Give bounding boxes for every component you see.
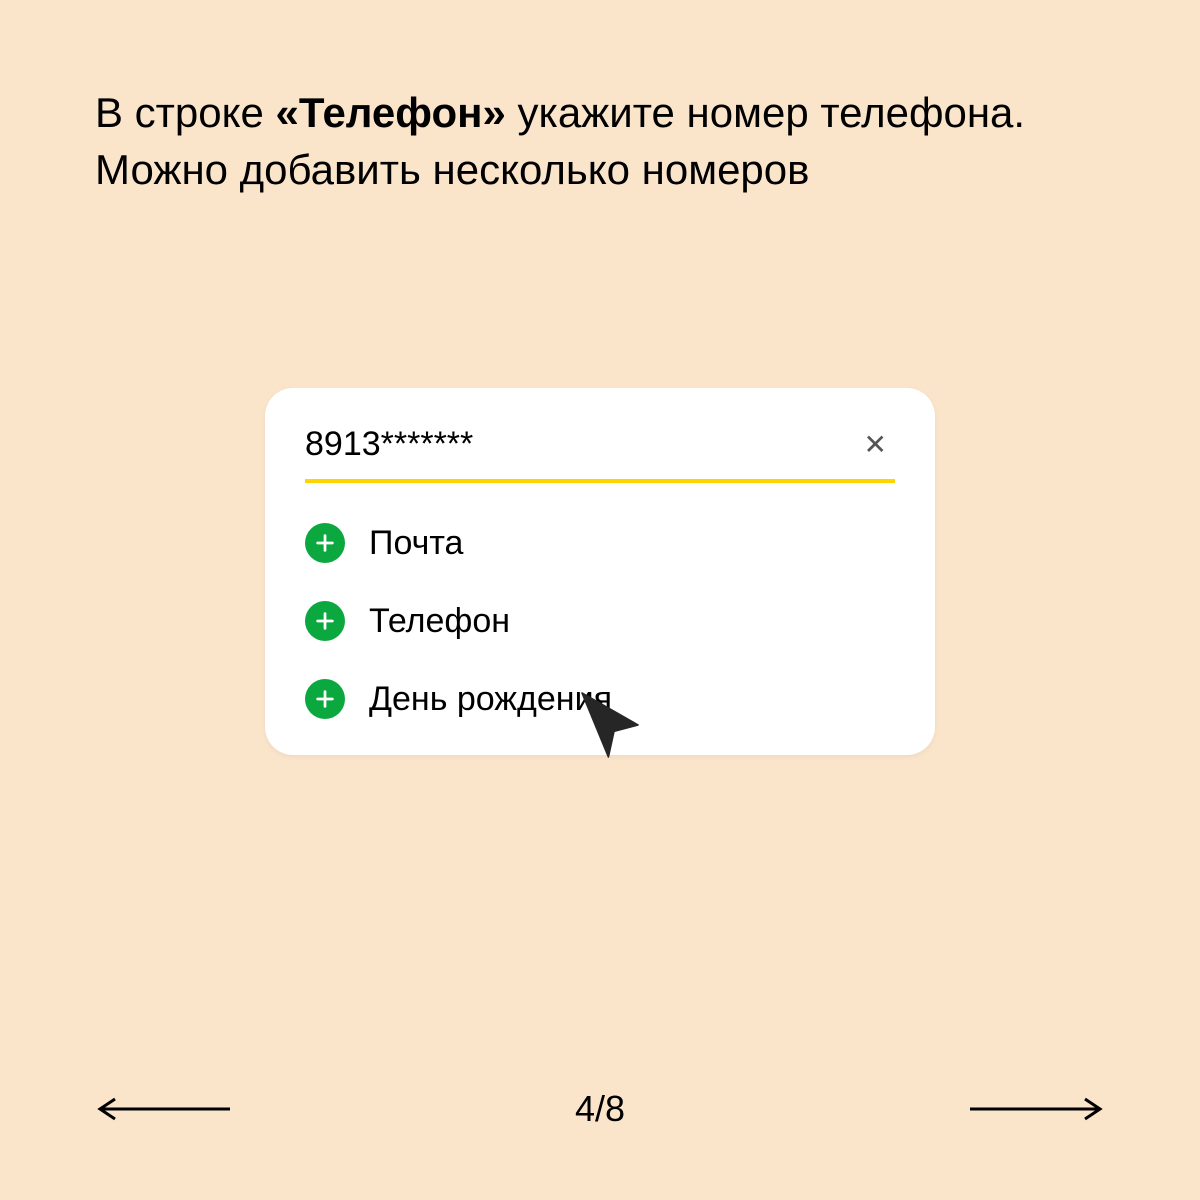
phone-input[interactable] xyxy=(305,425,856,464)
option-label: Почта xyxy=(369,524,463,563)
option-phone[interactable]: Телефон xyxy=(305,601,895,641)
prev-arrow-icon[interactable] xyxy=(95,1097,235,1121)
add-options-list: Почта Телефон День рождения xyxy=(305,523,895,719)
option-email[interactable]: Почта xyxy=(305,523,895,563)
plus-icon xyxy=(305,601,345,641)
contact-card: ✕ Почта Телефон День рождения xyxy=(265,388,935,755)
option-label: День рождения xyxy=(369,680,612,719)
next-arrow-icon[interactable] xyxy=(965,1097,1105,1121)
plus-icon xyxy=(305,523,345,563)
clear-icon[interactable]: ✕ xyxy=(856,424,895,465)
option-birthday[interactable]: День рождения xyxy=(305,679,895,719)
page-indicator: 4/8 xyxy=(575,1088,625,1130)
pager: 4/8 xyxy=(0,1088,1200,1130)
phone-input-row: ✕ xyxy=(305,424,895,483)
instruction-text: В строке «Телефон» укажите номер телефон… xyxy=(95,85,1105,198)
option-label: Телефон xyxy=(369,602,510,641)
plus-icon xyxy=(305,679,345,719)
